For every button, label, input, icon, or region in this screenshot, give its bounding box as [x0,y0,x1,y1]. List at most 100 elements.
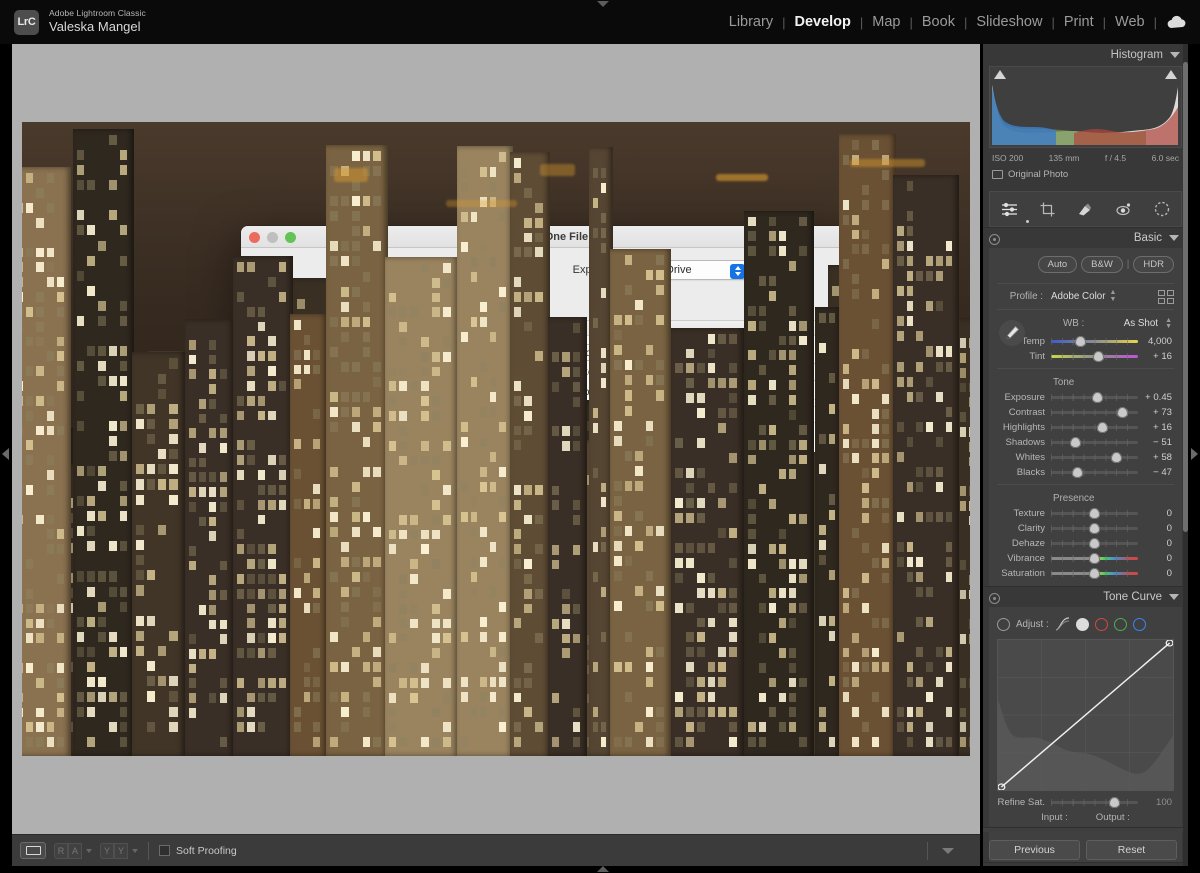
module-print[interactable]: Print [1062,14,1096,30]
profile-browser-icon[interactable] [1158,290,1174,304]
soft-proofing-checkbox[interactable] [159,845,170,856]
right-panel-scrollbar-thumb[interactable] [1183,62,1188,532]
slider-knob-contrast[interactable] [1117,407,1128,418]
channel-green-icon[interactable] [1114,618,1127,631]
red-eye-icon[interactable] [1116,202,1132,217]
radial-gradient-icon[interactable] [1154,201,1170,217]
star-cell-2[interactable]: Y [114,843,128,859]
toolbar-chevron-down-icon[interactable] [942,848,954,854]
slider-track-clarity[interactable] [1051,523,1138,534]
bw-button[interactable]: B&W [1081,256,1123,273]
target-adjust-icon[interactable] [997,618,1010,631]
tone-curve-graph[interactable] [997,639,1174,791]
reset-button[interactable]: Reset [1086,840,1177,860]
profile-stepper-icon[interactable]: ▲▼ [1109,290,1116,303]
window-light [729,483,737,493]
slider-knob-temp[interactable] [1075,336,1086,347]
window-light [625,406,633,416]
window-light [480,437,487,447]
crop-icon[interactable] [1040,202,1055,217]
slider-track-contrast[interactable] [1051,407,1138,418]
module-web[interactable]: Web [1113,14,1147,30]
parametric-curve-icon[interactable] [1055,617,1070,631]
flag-filter-group[interactable]: R A [54,843,92,859]
basic-header[interactable]: Basic [983,227,1188,248]
slider-knob-exposure[interactable] [1092,392,1103,403]
module-develop[interactable]: Develop [792,14,852,30]
rating-filter-group[interactable]: Y Y [100,843,138,859]
basic-chevron-down-icon[interactable] [1169,235,1179,241]
window-light [969,590,970,600]
slider-track-tint[interactable] [1051,351,1138,362]
slider-track-temp[interactable] [1051,336,1138,347]
right-panel-scrollbar-track[interactable] [1183,44,1188,866]
maximize-icon[interactable] [285,232,296,243]
channel-rgb-icon[interactable] [1076,618,1089,631]
slider-track-vibrance[interactable] [1051,553,1138,564]
slider-track-shadows[interactable] [1051,437,1138,448]
white-balance-selector-icon[interactable] [999,320,1025,346]
right-panel-toggle[interactable] [1191,448,1198,460]
module-library[interactable]: Library [727,14,775,30]
top-panel-toggle[interactable] [597,1,609,7]
tone-curve-header[interactable]: Tone Curve [983,586,1188,607]
module-map[interactable]: Map [870,14,902,30]
highlight-clipping-icon[interactable] [1165,70,1177,79]
star-cell-1[interactable]: Y [100,843,114,859]
filmstrip-toggle[interactable] [597,866,609,872]
wb-value[interactable]: As Shot [1124,318,1158,329]
slider-knob-texture[interactable] [1089,508,1100,519]
tone-curve-visibility-icon[interactable] [989,593,1000,604]
tone-curve-chevron-down-icon[interactable] [1169,594,1179,600]
slider-track-exposure[interactable] [1051,392,1138,403]
slider-track-texture[interactable] [1051,508,1138,519]
module-slideshow[interactable]: Slideshow [974,14,1044,30]
profile-value[interactable]: Adobe Color [1051,291,1105,302]
auto-button[interactable]: Auto [1038,256,1078,273]
slider-track-blacks[interactable] [1051,467,1138,478]
shadow-clipping-icon[interactable] [994,70,1006,79]
histogram-chevron-down-icon[interactable] [1170,52,1180,58]
rating-chevron-down-icon[interactable] [132,849,138,853]
module-book[interactable]: Book [920,14,957,30]
slider-knob-blacks[interactable] [1072,467,1083,478]
left-panel-toggle[interactable] [2,448,9,460]
flag-cell-r[interactable]: R [54,843,68,859]
slider-knob-saturation[interactable] [1089,568,1100,579]
export-to-stepper-icon[interactable] [730,264,745,279]
histogram-graph[interactable] [989,66,1182,148]
identity-plate[interactable]: Adobe Lightroom Classic Valeska Mangel [49,9,146,35]
slider-track-dehaze[interactable] [1051,538,1138,549]
basic-visibility-icon[interactable] [989,234,1000,245]
panel-resize-handle[interactable] [983,827,1183,832]
close-icon[interactable] [249,232,260,243]
flag-chevron-down-icon[interactable] [86,849,92,853]
cloud-icon[interactable] [1166,15,1188,29]
flag-cell-a[interactable]: A [68,843,82,859]
healing-icon[interactable] [1077,202,1093,217]
slider-knob-tint[interactable] [1093,351,1104,362]
original-photo-toggle[interactable]: Original Photo [989,163,1182,184]
previous-button[interactable]: Previous [989,840,1080,860]
minimize-icon[interactable] [267,232,278,243]
slider-knob-highlights[interactable] [1097,422,1108,433]
color-mixer-header[interactable]: Color Mixer [983,862,1188,866]
slider-knob-shadows[interactable] [1070,437,1081,448]
wb-stepper-icon[interactable]: ▲▼ [1165,318,1172,331]
slider-knob-whites[interactable] [1111,452,1122,463]
channel-red-icon[interactable] [1095,618,1108,631]
slider-track-saturation[interactable] [1051,568,1138,579]
slider-track-highlights[interactable] [1051,422,1138,433]
refine-sat-knob[interactable] [1109,797,1120,808]
slider-knob-clarity[interactable] [1089,523,1100,534]
channel-blue-icon[interactable] [1133,618,1146,631]
histogram-header[interactable]: Histogram [983,44,1188,66]
masking-icon[interactable] [1001,202,1018,217]
photo-preview[interactable] [22,122,970,756]
slider-knob-dehaze[interactable] [1089,538,1100,549]
slider-track-whites[interactable] [1051,452,1138,463]
refine-sat-track[interactable] [1051,797,1138,808]
hdr-button[interactable]: HDR [1133,256,1174,273]
loupe-view-icon[interactable] [20,842,46,859]
slider-knob-vibrance[interactable] [1089,553,1100,564]
